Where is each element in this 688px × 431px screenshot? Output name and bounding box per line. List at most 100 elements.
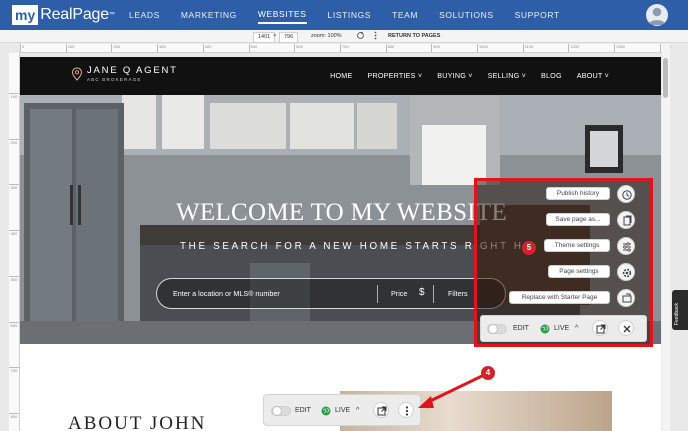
site-brand[interactable]: JANE Q AGENT ABC BROKERAGE <box>87 65 178 82</box>
live-status[interactable]: LIVE <box>335 407 350 414</box>
about-heading: ABOUT JOHN <box>68 413 207 431</box>
scrollbar-thumb[interactable] <box>663 58 668 98</box>
zoom-select[interactable]: zoom: 100% <box>311 32 342 41</box>
dimension-times: × <box>273 33 277 39</box>
site-header: JANE Q AGENT ABC BROKERAGE HOME PROPERTIE… <box>20 57 661 95</box>
nav-item-websites[interactable]: WEBSITES <box>257 6 307 24</box>
main-nav: LEADS MARKETING WEBSITES LISTINGS TEAM SOLUTI… <box>129 0 581 30</box>
price-filter[interactable]: Price <box>391 289 407 298</box>
avatar[interactable] <box>646 4 668 26</box>
ruler-tick: 300 <box>157 44 166 52</box>
width-input[interactable]: 1401 <box>253 32 276 43</box>
nav-item-marketing[interactable]: MARKETING <box>181 7 237 23</box>
site-nav-links: HOME PROPERTIES ˅ BUYING ˅ SELLING ˅ BLOG ABO… <box>315 71 609 80</box>
chevron-up-icon[interactable]: ^ <box>356 407 359 414</box>
ruler-tick: 600 <box>294 44 303 52</box>
save-page-as-item[interactable]: Save page as... <box>546 213 610 226</box>
site-link-0[interactable]: HOME <box>330 71 352 80</box>
gear-icon[interactable] <box>617 263 635 281</box>
top-nav: my RealPage ™ LEADS MARKETING WEBSITES LIST… <box>0 0 688 30</box>
location-pin-icon <box>71 67 83 81</box>
brand-name: JANE Q AGENT <box>87 65 178 76</box>
ruler-tick: 600 <box>9 321 19 328</box>
nav-item-team[interactable]: TEAM <box>392 7 418 23</box>
sliders-icon[interactable] <box>617 237 635 255</box>
site-link-5[interactable]: ABOUT ˅ <box>577 71 609 80</box>
edit-toggle[interactable] <box>487 324 507 334</box>
ruler-tick: 100 <box>65 44 74 52</box>
site-link-4[interactable]: BLOG <box>541 71 562 80</box>
logo-text: RealPage <box>40 6 109 23</box>
site-link-2[interactable]: BUYING ˅ <box>437 71 472 80</box>
nav-item-leads[interactable]: LEADS <box>129 7 160 23</box>
refresh-icon[interactable] <box>356 31 365 40</box>
globe-icon <box>321 406 331 416</box>
ruler-tick: 1300 <box>614 44 625 52</box>
ruler-tick: 700 <box>9 367 19 374</box>
ruler-tick: 1200 <box>568 44 579 52</box>
ruler-tick: 300 <box>9 184 19 191</box>
copy-icon[interactable] <box>617 211 635 229</box>
site-link-1[interactable]: PROPERTIES ˅ <box>367 71 422 80</box>
close-button[interactable] <box>618 320 634 336</box>
filters-button[interactable]: Filters <box>448 289 468 298</box>
ruler-tick: 400 <box>9 230 19 237</box>
ruler-tick: 200 <box>9 138 19 145</box>
currency-symbol: $ <box>419 287 425 298</box>
external-link-icon <box>377 406 387 416</box>
ruler-tick: 500 <box>9 275 19 282</box>
page-control-bar: EDIT LIVE ^ <box>263 394 421 426</box>
more-vertical-icon[interactable] <box>374 31 377 40</box>
ruler-tick: 400 <box>202 44 211 52</box>
brand-subtitle: ABC BROKERAGE <box>87 77 142 82</box>
logo-my: my <box>12 5 39 25</box>
external-link-icon <box>596 324 606 334</box>
edit-label: EDIT <box>513 325 529 332</box>
ruler-tick: 1000 <box>477 44 488 52</box>
height-input[interactable]: 796 <box>279 32 299 43</box>
realpage-logo[interactable]: my RealPage ™ <box>12 5 115 25</box>
ruler-tick: 500 <box>248 44 257 52</box>
pointer-arrow <box>418 374 483 408</box>
search-divider <box>433 285 434 303</box>
location-search-input[interactable]: Enter a location or MLS® number <box>173 289 280 298</box>
chevron-up-icon[interactable]: ^ <box>575 325 578 332</box>
search-divider <box>377 285 378 303</box>
editor-toolbar: 1401 × 796 zoom: 100% RETURN TO PAGES <box>0 30 688 43</box>
nav-item-support[interactable]: SUPPORT <box>515 7 560 23</box>
site-link-3[interactable]: SELLING ˅ <box>488 71 526 80</box>
property-search-bar[interactable]: Enter a location or MLS® number Price $ … <box>156 278 506 309</box>
ruler-tick: 1100 <box>522 44 533 52</box>
ruler-tick: 800 <box>9 412 19 419</box>
ruler-vertical: 100 200 300 400 500 600 700 800 <box>9 53 20 431</box>
page-settings-item[interactable]: Page settings <box>548 265 610 278</box>
close-icon <box>623 325 631 333</box>
ruler-horizontal: 0 100 200 300 400 500 600 700 800 900 1000 1100 1200… <box>20 44 671 53</box>
open-external-button[interactable] <box>592 320 608 336</box>
edit-toggle[interactable] <box>271 406 291 416</box>
edit-label: EDIT <box>295 407 311 414</box>
globe-icon <box>540 324 550 334</box>
open-external-button[interactable] <box>373 402 389 418</box>
ruler-tick: 700 <box>339 44 349 52</box>
ruler-tick: 0 <box>20 44 24 52</box>
logo-trademark: ™ <box>108 12 115 18</box>
user-icon <box>648 7 666 25</box>
theme-settings-item[interactable]: Theme settings <box>544 239 610 252</box>
feedback-label: Feedback <box>674 303 680 325</box>
replace-starter-page-item[interactable]: Replace with Starter Page <box>509 291 610 304</box>
history-icon[interactable] <box>617 185 635 203</box>
page-swap-icon[interactable] <box>617 289 635 307</box>
nav-item-listings[interactable]: LISTINGS <box>328 7 372 23</box>
nav-item-solutions[interactable]: SOLUTIONS <box>439 7 494 23</box>
live-status[interactable]: LIVE <box>554 325 569 332</box>
step-5-callout: 5 <box>522 241 536 255</box>
hero-title: WELCOME TO MY WEBSITE <box>176 199 508 226</box>
ruler-tick: 800 <box>385 44 394 52</box>
return-to-pages-link[interactable]: RETURN TO PAGES <box>388 32 440 41</box>
publish-history-item[interactable]: Publish history <box>546 187 610 200</box>
hero-subtitle: THE SEARCH FOR A NEW HOME STARTS RIGHT H <box>180 241 524 252</box>
ruler-tick: 900 <box>431 44 440 52</box>
preview-scrollbar[interactable] <box>662 44 670 431</box>
menu-control-bar: EDIT LIVE ^ <box>480 315 647 342</box>
